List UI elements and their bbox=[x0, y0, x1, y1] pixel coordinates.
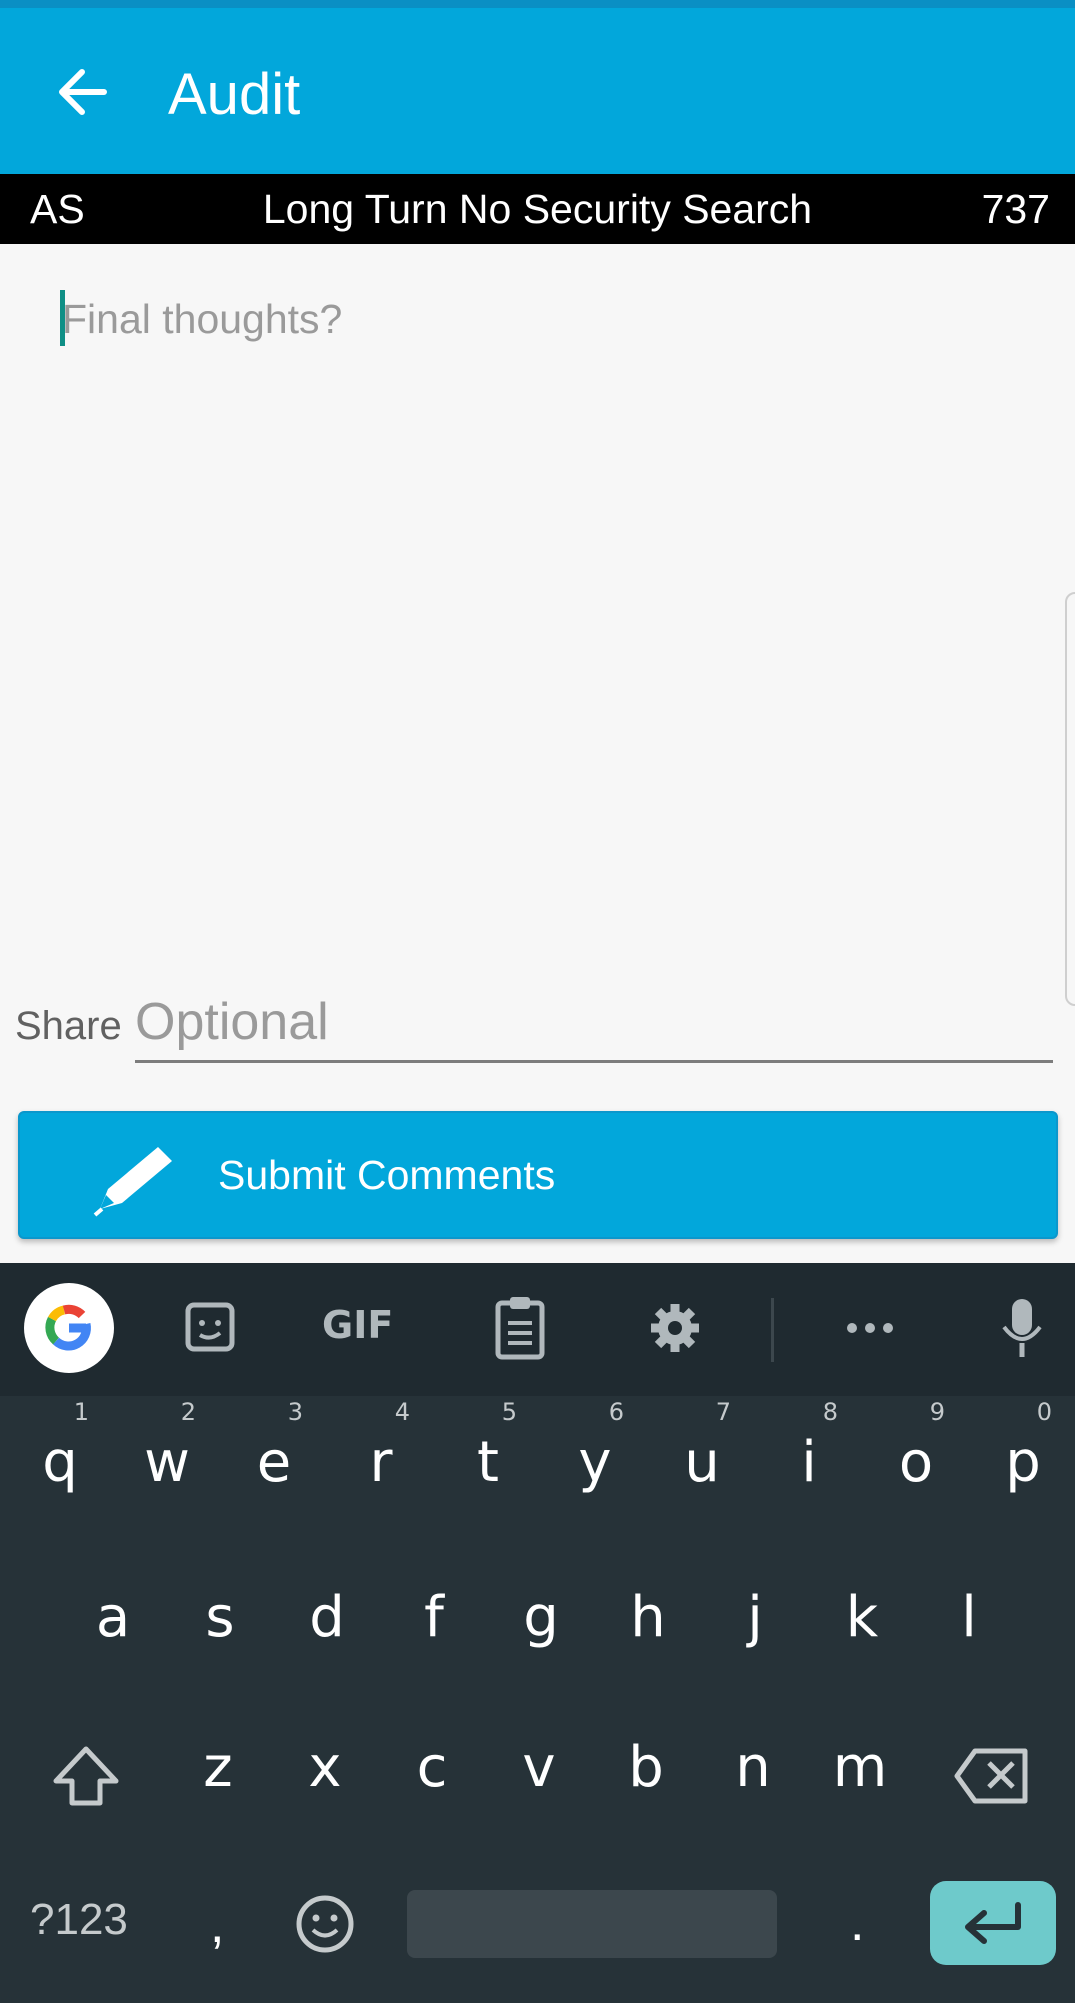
share-label: Share bbox=[15, 1004, 122, 1048]
key-b[interactable]: b bbox=[611, 1735, 681, 1800]
key-label: t bbox=[477, 1430, 499, 1495]
key-hint: 1 bbox=[73, 1398, 89, 1426]
key-u[interactable]: u7 bbox=[667, 1398, 737, 1495]
more-icon[interactable] bbox=[840, 1293, 900, 1363]
key-label: z bbox=[203, 1735, 233, 1800]
key-hint: 9 bbox=[929, 1398, 945, 1426]
key-s[interactable]: s bbox=[185, 1585, 255, 1650]
key-label: x bbox=[308, 1735, 342, 1800]
share-placeholder: Optional bbox=[135, 993, 329, 1051]
period-key[interactable]: . bbox=[850, 1893, 864, 1953]
key-z[interactable]: z bbox=[183, 1735, 253, 1800]
key-label: r bbox=[369, 1430, 393, 1495]
key-p[interactable]: p0 bbox=[988, 1398, 1058, 1495]
key-g[interactable]: g bbox=[506, 1585, 576, 1650]
key-e[interactable]: e3 bbox=[239, 1398, 309, 1495]
key-label: d bbox=[309, 1585, 345, 1650]
enter-icon bbox=[965, 1902, 1021, 1944]
key-label: n bbox=[735, 1735, 771, 1800]
key-o[interactable]: o9 bbox=[881, 1398, 951, 1495]
key-label: i bbox=[801, 1430, 817, 1495]
key-c[interactable]: c bbox=[397, 1735, 467, 1800]
key-n[interactable]: n bbox=[718, 1735, 788, 1800]
enter-key[interactable] bbox=[930, 1881, 1056, 1965]
key-w[interactable]: w2 bbox=[132, 1398, 202, 1495]
arrow-left-icon[interactable] bbox=[52, 62, 112, 122]
key-l[interactable]: l bbox=[934, 1585, 1004, 1650]
key-label: v bbox=[522, 1735, 556, 1800]
key-label: j bbox=[747, 1585, 763, 1650]
key-label: y bbox=[578, 1430, 612, 1495]
key-q[interactable]: q1 bbox=[25, 1398, 95, 1495]
key-hint: 6 bbox=[608, 1398, 624, 1426]
key-label: s bbox=[205, 1585, 235, 1650]
flight-info-bar: AS Long Turn No Security Search 737 bbox=[0, 174, 1075, 244]
key-hint: 7 bbox=[715, 1398, 731, 1426]
toolbar-divider bbox=[771, 1298, 774, 1362]
key-label: l bbox=[961, 1585, 977, 1650]
submit-comments-button[interactable]: Submit Comments bbox=[18, 1111, 1058, 1239]
key-i[interactable]: i8 bbox=[774, 1398, 844, 1495]
key-t[interactable]: t5 bbox=[453, 1398, 523, 1495]
sticker-icon[interactable] bbox=[180, 1293, 240, 1363]
key-m[interactable]: m bbox=[825, 1735, 895, 1800]
key-label: m bbox=[832, 1735, 888, 1800]
key-y[interactable]: y6 bbox=[560, 1398, 630, 1495]
backspace-icon[interactable] bbox=[953, 1745, 1031, 1807]
key-label: h bbox=[630, 1585, 666, 1650]
key-h[interactable]: h bbox=[613, 1585, 683, 1650]
comment-placeholder: Final thoughts? bbox=[62, 296, 343, 342]
key-label: f bbox=[424, 1585, 444, 1650]
key-j[interactable]: j bbox=[720, 1585, 790, 1650]
key-label: g bbox=[523, 1585, 559, 1650]
key-label: w bbox=[144, 1430, 190, 1495]
shift-icon[interactable] bbox=[50, 1743, 122, 1809]
key-f[interactable]: f bbox=[399, 1585, 469, 1650]
key-k[interactable]: k bbox=[827, 1585, 897, 1650]
key-v[interactable]: v bbox=[504, 1735, 574, 1800]
key-hint: 4 bbox=[394, 1398, 410, 1426]
key-hint: 3 bbox=[287, 1398, 303, 1426]
comma-key[interactable]: , bbox=[210, 1895, 224, 1955]
key-hint: 0 bbox=[1036, 1398, 1052, 1426]
app-bar: Audit bbox=[0, 8, 1075, 174]
keyboard-toolbar: GIF bbox=[0, 1263, 1075, 1396]
side-scroll-tab[interactable] bbox=[1065, 592, 1075, 1006]
key-hint: 8 bbox=[822, 1398, 838, 1426]
gif-icon[interactable]: GIF bbox=[322, 1303, 402, 1373]
key-label: q bbox=[42, 1430, 78, 1495]
flight-number: 737 bbox=[981, 186, 1050, 232]
key-label: c bbox=[416, 1735, 448, 1800]
submit-label: Submit Comments bbox=[218, 1152, 556, 1198]
key-d[interactable]: d bbox=[292, 1585, 362, 1650]
key-label: e bbox=[256, 1430, 292, 1495]
key-label: k bbox=[845, 1585, 879, 1650]
clipboard-icon[interactable] bbox=[490, 1293, 550, 1363]
key-a[interactable]: a bbox=[78, 1585, 148, 1650]
pencil-icon bbox=[93, 1147, 172, 1217]
symbols-key[interactable]: ?123 bbox=[30, 1895, 128, 1945]
audit-type: Long Turn No Security Search bbox=[262, 186, 813, 232]
gear-icon[interactable] bbox=[645, 1293, 705, 1363]
comment-textarea[interactable] bbox=[20, 270, 1060, 970]
page-title: Audit bbox=[168, 62, 301, 127]
key-label: a bbox=[95, 1585, 131, 1650]
key-r[interactable]: r4 bbox=[346, 1398, 416, 1495]
key-hint: 5 bbox=[501, 1398, 517, 1426]
status-bar bbox=[0, 0, 1075, 8]
emoji-icon[interactable] bbox=[294, 1893, 356, 1955]
google-icon[interactable] bbox=[24, 1283, 114, 1373]
key-x[interactable]: x bbox=[290, 1735, 360, 1800]
key-label: u bbox=[684, 1430, 720, 1495]
key-label: o bbox=[898, 1430, 934, 1495]
key-hint: 2 bbox=[180, 1398, 196, 1426]
space-key[interactable] bbox=[407, 1890, 777, 1958]
mic-icon[interactable] bbox=[1000, 1293, 1044, 1363]
key-label: p bbox=[1005, 1430, 1041, 1495]
key-label: b bbox=[628, 1735, 664, 1800]
